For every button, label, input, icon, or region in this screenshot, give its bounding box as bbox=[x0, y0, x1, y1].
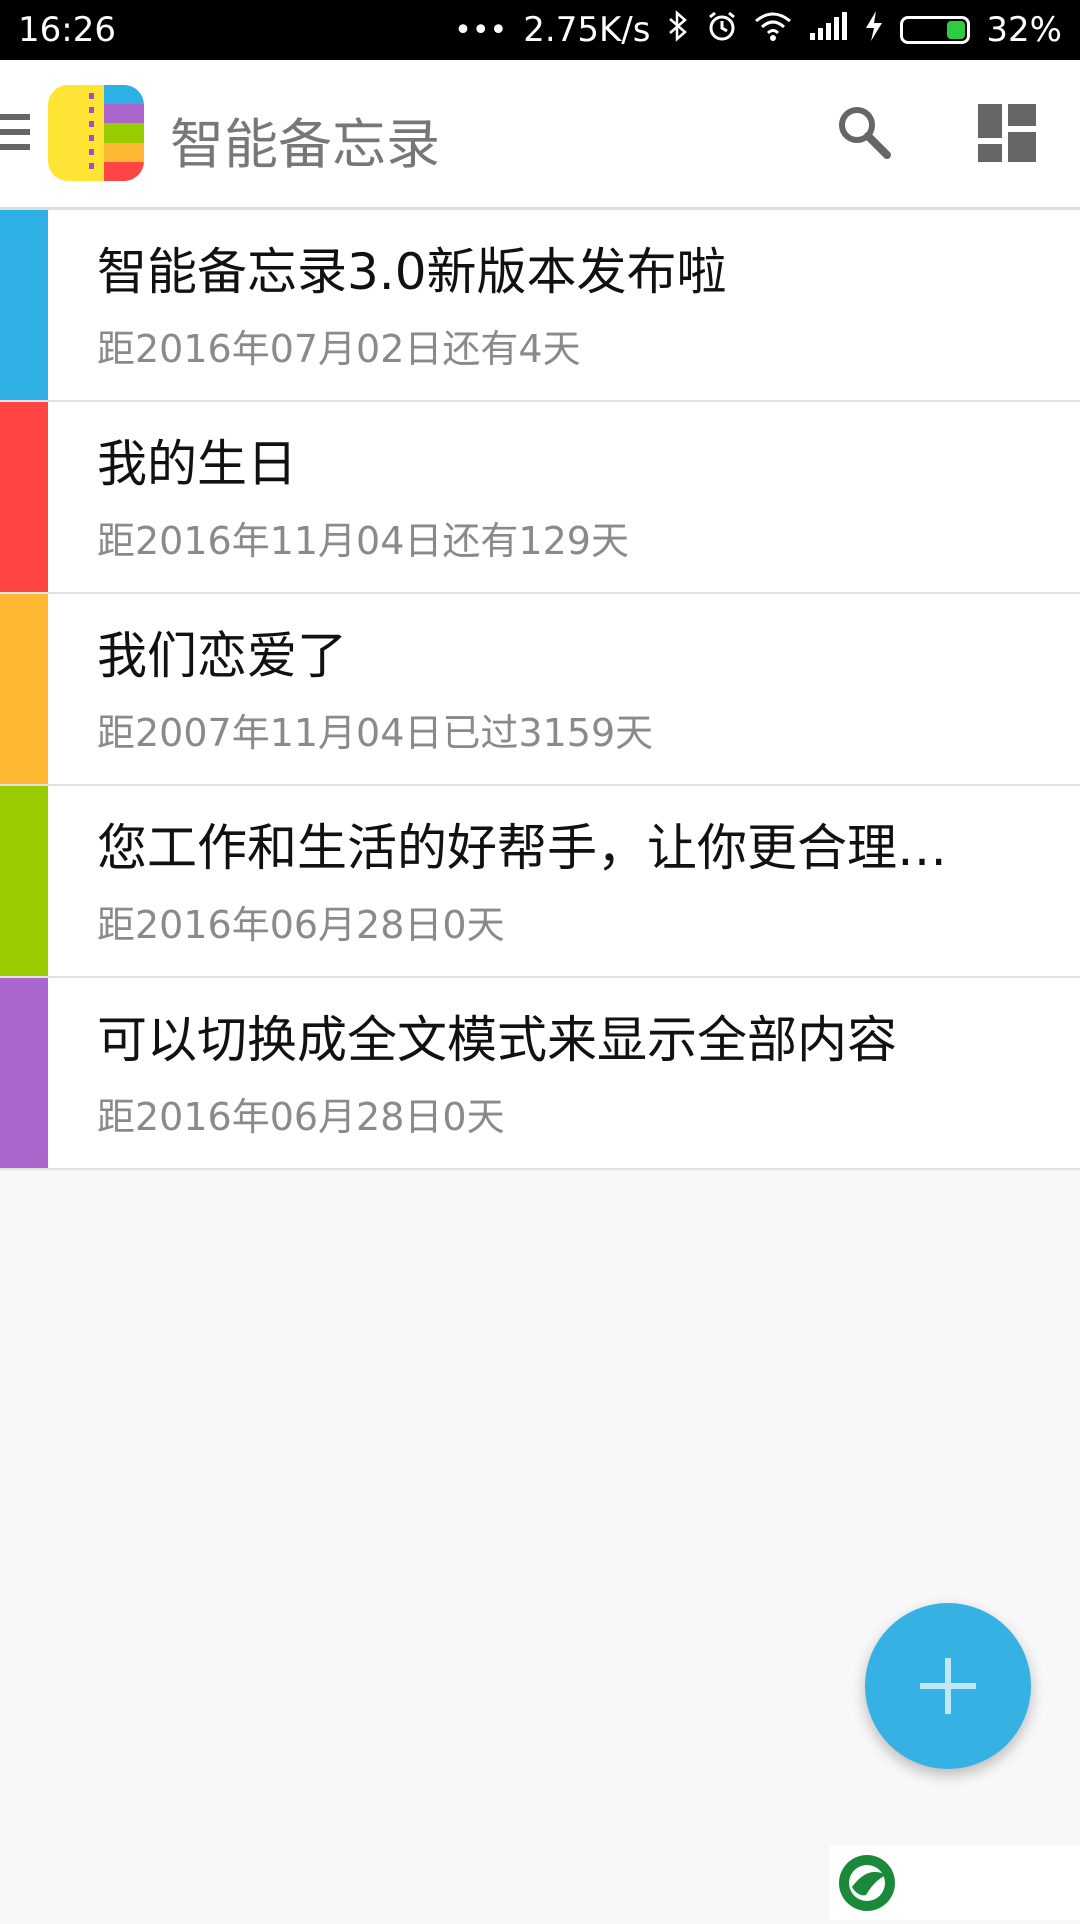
memo-subtitle: 距2016年11月04日还有129天 bbox=[97, 519, 629, 563]
bluetooth-icon bbox=[666, 10, 690, 50]
ad-banner[interactable] bbox=[830, 1845, 1080, 1920]
network-speed: 2.75K/s bbox=[523, 10, 651, 50]
memo-item[interactable]: 可以切换成全文模式来显示全部内容 距2016年06月28日0天 bbox=[0, 978, 1080, 1170]
memo-list: 智能备忘录3.0新版本发布啦 距2016年07月02日还有4天 我的生日 距20… bbox=[0, 210, 1080, 1170]
hamburger-menu-icon[interactable] bbox=[0, 114, 30, 158]
color-bar bbox=[0, 594, 48, 784]
ad-logo-icon bbox=[839, 1855, 895, 1911]
memo-title: 我的生日 bbox=[97, 435, 297, 493]
memo-title: 我们恋爱了 bbox=[97, 627, 347, 685]
memo-title: 可以切换成全文模式来显示全部内容 bbox=[97, 1011, 897, 1069]
memo-subtitle: 距2007年11月04日已过3159天 bbox=[97, 711, 654, 755]
app-logo-icon bbox=[48, 85, 144, 181]
memo-subtitle: 距2016年06月28日0天 bbox=[97, 903, 505, 947]
status-time: 16:26 bbox=[18, 10, 116, 50]
status-right: ••• 2.75K/s 32% bbox=[454, 10, 1062, 50]
color-bar bbox=[0, 786, 48, 976]
memo-item[interactable]: 我的生日 距2016年11月04日还有129天 bbox=[0, 402, 1080, 594]
memo-subtitle: 距2016年06月28日0天 bbox=[97, 1095, 505, 1139]
memo-title: 智能备忘录3.0新版本发布啦 bbox=[97, 243, 727, 301]
wifi-icon bbox=[754, 11, 792, 49]
charging-icon bbox=[864, 10, 884, 50]
memo-title: 您工作和生活的好帮手，让你更合理… bbox=[97, 819, 947, 877]
app-title: 智能备忘录 bbox=[170, 113, 440, 176]
add-memo-button[interactable] bbox=[865, 1603, 1031, 1769]
alarm-icon bbox=[706, 10, 738, 50]
memo-subtitle: 距2016年07月02日还有4天 bbox=[97, 327, 581, 371]
memo-item[interactable]: 我们恋爱了 距2007年11月04日已过3159天 bbox=[0, 594, 1080, 786]
memo-item[interactable]: 智能备忘录3.0新版本发布啦 距2016年07月02日还有4天 bbox=[0, 210, 1080, 402]
status-bar: 16:26 ••• 2.75K/s 32% bbox=[0, 0, 1080, 60]
battery-icon bbox=[900, 16, 971, 44]
signal-icon bbox=[808, 11, 848, 49]
color-bar bbox=[0, 978, 48, 1168]
plus-icon bbox=[920, 1658, 976, 1714]
battery-percent: 32% bbox=[986, 10, 1062, 50]
memo-item[interactable]: 您工作和生活的好帮手，让你更合理… 距2016年06月28日0天 bbox=[0, 786, 1080, 978]
color-bar bbox=[0, 210, 48, 400]
color-bar bbox=[0, 402, 48, 592]
dashboard-layout-icon[interactable] bbox=[978, 104, 1036, 162]
app-bar: 智能备忘录 bbox=[0, 60, 1080, 210]
search-icon[interactable] bbox=[834, 102, 894, 162]
battery-fill bbox=[947, 21, 966, 39]
more-dots: ••• bbox=[454, 12, 508, 48]
